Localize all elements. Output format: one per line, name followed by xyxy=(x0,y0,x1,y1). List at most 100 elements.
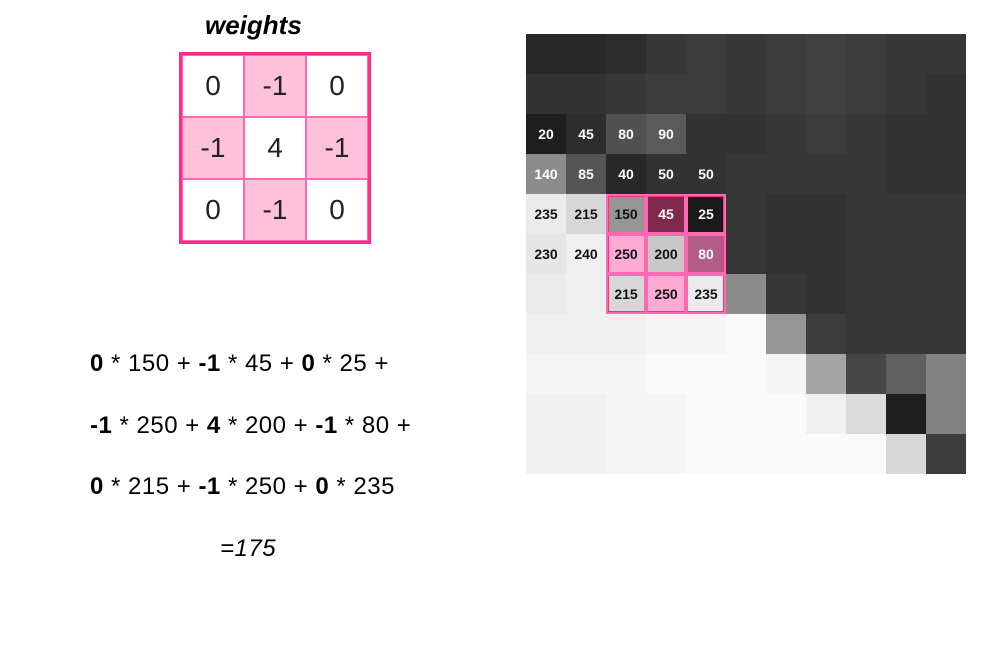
kernel-cell: -1 xyxy=(244,179,306,241)
pixel xyxy=(886,114,926,154)
pixel-value-label: 20 xyxy=(531,127,561,141)
pixel xyxy=(926,194,966,234)
pixel xyxy=(566,314,606,354)
kernel-cell: 0 xyxy=(306,55,368,117)
pixel xyxy=(926,234,966,274)
pixel-value-label: 215 xyxy=(571,207,601,221)
pixel xyxy=(806,274,846,314)
pixel xyxy=(766,434,806,474)
pixel xyxy=(846,274,886,314)
pixel xyxy=(686,434,726,474)
pixel xyxy=(726,394,766,434)
pixel xyxy=(886,394,926,434)
pixel xyxy=(566,34,606,74)
pixel-value-label: 250 xyxy=(611,247,641,261)
pixel xyxy=(886,354,926,394)
pixel-value-label: 45 xyxy=(571,127,601,141)
pixel xyxy=(846,114,886,154)
equation-line: 0 * 215 + -1 * 250 + 0 * 235 xyxy=(90,473,510,501)
pixel xyxy=(806,394,846,434)
pixel xyxy=(766,34,806,74)
pixel xyxy=(766,194,806,234)
pixel xyxy=(606,394,646,434)
pixel xyxy=(686,354,726,394)
pixel xyxy=(886,274,926,314)
pixel xyxy=(726,194,766,234)
pixel xyxy=(606,434,646,474)
pixel xyxy=(686,394,726,434)
pixel xyxy=(846,394,886,434)
pixel xyxy=(926,314,966,354)
pixel xyxy=(846,74,886,114)
pixel-value-label: 80 xyxy=(611,127,641,141)
pixel xyxy=(686,34,726,74)
pixel xyxy=(886,314,926,354)
pixel xyxy=(846,194,886,234)
kernel-cell: -1 xyxy=(182,117,244,179)
pixel-value-label: 45 xyxy=(651,207,681,221)
pixel xyxy=(726,154,766,194)
pixel-value-label: 235 xyxy=(691,287,721,301)
pixel xyxy=(806,194,846,234)
pixel xyxy=(766,234,806,274)
pixel xyxy=(886,194,926,234)
pixel xyxy=(646,434,686,474)
pixel xyxy=(606,354,646,394)
equation-line: 0 * 150 + -1 * 45 + 0 * 25 + xyxy=(90,350,510,378)
pixel xyxy=(646,314,686,354)
equation-result: =175 xyxy=(90,535,510,563)
pixel xyxy=(526,314,566,354)
pixel-value-label: 215 xyxy=(611,287,641,301)
pixel xyxy=(566,354,606,394)
pixel xyxy=(926,154,966,194)
pixel-value-label: 200 xyxy=(651,247,681,261)
pixel-value-label: 150 xyxy=(611,207,641,221)
pixel xyxy=(726,354,766,394)
pixel xyxy=(566,434,606,474)
pixel xyxy=(766,314,806,354)
pixel xyxy=(526,354,566,394)
pixel xyxy=(606,74,646,114)
pixel xyxy=(526,274,566,314)
pixel-value-label: 25 xyxy=(691,207,721,221)
pixel xyxy=(886,34,926,74)
pixel xyxy=(806,114,846,154)
kernel-cell: -1 xyxy=(306,117,368,179)
pixel xyxy=(726,74,766,114)
pixel xyxy=(806,354,846,394)
pixel-value-label: 240 xyxy=(571,247,601,261)
kernel-grid: 0-10-14-10-10 xyxy=(179,52,371,244)
pixel xyxy=(846,314,886,354)
kernel-cell: 4 xyxy=(244,117,306,179)
pixel xyxy=(846,34,886,74)
pixel xyxy=(526,34,566,74)
pixel xyxy=(766,74,806,114)
pixel xyxy=(926,434,966,474)
pixel xyxy=(726,314,766,354)
pixel-value-label: 90 xyxy=(651,127,681,141)
pixel xyxy=(886,234,926,274)
pixel xyxy=(926,354,966,394)
pixel xyxy=(766,154,806,194)
pixel xyxy=(646,354,686,394)
kernel-cell: 0 xyxy=(182,55,244,117)
pixel xyxy=(806,34,846,74)
pixel xyxy=(766,114,806,154)
pixel-value-label: 80 xyxy=(691,247,721,261)
pixel-value-label: 40 xyxy=(611,167,641,181)
kernel-cell: 0 xyxy=(306,179,368,241)
pixel xyxy=(846,234,886,274)
pixel xyxy=(806,74,846,114)
pixel xyxy=(646,74,686,114)
pixel xyxy=(926,274,966,314)
pixel xyxy=(646,34,686,74)
pixel xyxy=(766,274,806,314)
pixel xyxy=(846,434,886,474)
pixel xyxy=(846,354,886,394)
pixel-value-label: 250 xyxy=(651,287,681,301)
pixel xyxy=(566,394,606,434)
pixel xyxy=(806,234,846,274)
pixel xyxy=(726,34,766,74)
pixel xyxy=(926,394,966,434)
kernel-cell: 0 xyxy=(182,179,244,241)
